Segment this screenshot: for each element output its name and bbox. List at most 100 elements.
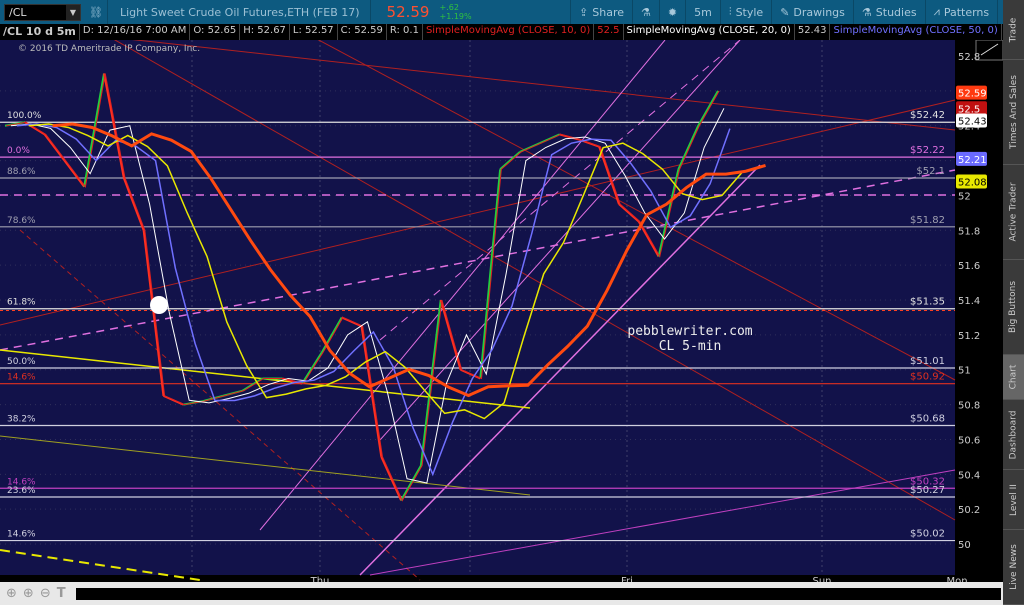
fib-price-label: $50.27	[910, 485, 945, 496]
fib-pct-label: 38.2%	[7, 415, 36, 425]
toolbar-label: Share	[592, 5, 624, 19]
flask-icon: ⚗	[861, 5, 872, 19]
sidebar-tab-live-news[interactable]: Live News	[1003, 530, 1024, 605]
info-symbol: /CL 10 d 5m	[0, 24, 80, 40]
y-tick-label: 50.4	[958, 470, 980, 481]
info-close: C: 52.59	[338, 24, 387, 40]
toolbar-button-5m[interactable]: 5m	[685, 0, 720, 24]
fib-price-label: $50.02	[910, 529, 945, 540]
info-open: O: 52.65	[190, 24, 241, 40]
sidebar-tab-chart[interactable]: Chart	[1003, 355, 1024, 400]
price-badge-label: 52.21	[958, 155, 987, 166]
fib-pct-label: 61.8%	[7, 298, 36, 308]
toolbar-label: Patterns	[943, 5, 990, 19]
price-badge-label: 52.08	[958, 177, 987, 188]
sidebar-tab-label: Level II	[1008, 483, 1019, 516]
chart-area[interactable]: 100.0% $52.42 0.0% $52.22 88.6% $52.1 78.6% $51…	[0, 40, 1003, 582]
y-tick-label: 51.2	[958, 331, 980, 342]
right-sidebar: Trade Times And Sales Active Trader Big But…	[1003, 0, 1024, 605]
sidebar-tab-level-ii[interactable]: Level II	[1003, 470, 1024, 530]
fib-price-label: $52.1	[916, 166, 945, 177]
sidebar-tab-trade[interactable]: Trade	[1003, 0, 1024, 60]
share-icon: ⇪	[579, 5, 589, 19]
fib-price-label: $52.22	[910, 145, 945, 156]
study-label[interactable]: SimpleMovingAvg (CLOSE, 20, 0)	[624, 24, 795, 40]
toolbar-label: 5m	[694, 5, 712, 19]
toolbar-button-gear[interactable]: ✹	[658, 0, 685, 24]
symbol-selector[interactable]: /CL ▼	[4, 3, 81, 21]
study-label[interactable]: SimpleMovingAvg (CLOSE, 50, 0)	[830, 24, 1002, 40]
sidebar-tab-label: Times And Sales	[1008, 75, 1019, 149]
y-tick-label: 50.8	[958, 401, 980, 412]
sidebar-tab-label: Big Buttons	[1008, 280, 1019, 334]
y-tick-label: 50	[958, 540, 971, 551]
study-label[interactable]: SimpleMovingAvg (CLOSE, 10, 0)	[423, 24, 595, 40]
toolbar-button-drawings[interactable]: ✎ Drawings	[771, 0, 853, 24]
y-tick-label: 51	[958, 366, 971, 377]
info-low: L: 52.57	[290, 24, 338, 40]
y-tick-label: 50.2	[958, 505, 980, 516]
fib-price-label: $51.01	[910, 356, 945, 367]
study-value: 52.43	[795, 24, 831, 40]
toolbar-label: Style	[735, 5, 764, 19]
zoom-out-icon[interactable]: ⊖	[40, 586, 51, 601]
change-block: +.62 +1.19%	[439, 3, 471, 21]
fib-pct-label: 14.6%	[7, 373, 36, 383]
fib-pct-label: 88.6%	[7, 167, 36, 177]
toolbar-label: Studies	[875, 5, 917, 19]
toolbar-label: Drawings	[793, 5, 845, 19]
zoom-in-icon[interactable]: ⊕	[23, 586, 34, 601]
price-badge-label: 52.59	[958, 89, 987, 100]
pencil-icon: ✎	[780, 5, 790, 19]
sidebar-tab-label: Dashboard	[1008, 410, 1019, 459]
fib-price-label: $50.68	[910, 414, 945, 425]
sidebar-tab-label: Trade	[1008, 17, 1019, 42]
y-tick-label: 50.6	[958, 435, 980, 446]
toolbar-button-share[interactable]: ⇪ Share	[570, 0, 632, 24]
fib-price-label: $51.35	[910, 297, 945, 308]
sidebar-tab-big-buttons[interactable]: Big Buttons	[1003, 260, 1024, 355]
price-badge-label: 52.43	[958, 116, 987, 127]
fib-price-label: $50.92	[910, 372, 945, 383]
sidebar-tab-dashboard[interactable]: Dashboard	[1003, 400, 1024, 470]
instrument-title: Light Sweet Crude Oil Futures,ETH (FEB 1…	[119, 5, 360, 19]
sidebar-tab-label: Chart	[1008, 364, 1019, 390]
text-tool-icon[interactable]: T	[57, 586, 66, 601]
fib-pct-label: 50.0%	[7, 357, 36, 367]
time-scrollbar[interactable]	[75, 587, 1001, 600]
symbol-value: /CL	[9, 5, 27, 19]
gear-icon: ✹	[667, 5, 678, 19]
y-tick-label: 51.4	[958, 296, 980, 307]
pct-change: +1.19%	[439, 12, 472, 21]
flask-icon: ⚗	[641, 5, 651, 19]
fib-pct-label: 78.6%	[7, 216, 36, 226]
copyright: © 2016 TD Ameritrade IP Company, Inc.	[18, 44, 200, 54]
y-tick-label: 52.8	[958, 52, 980, 63]
fib-price-label: $51.82	[910, 215, 945, 226]
fib-pct-label: 14.6%	[7, 530, 36, 540]
sidebar-tab-times-and-sales[interactable]: Times And Sales	[1003, 60, 1024, 165]
link-icon[interactable]: ⛓	[89, 6, 103, 19]
bottom-toolbar: ⊕ ⊕ ⊖ T	[0, 582, 1003, 605]
plot-background	[0, 40, 955, 575]
fib-pct-label: 100.0%	[7, 111, 42, 121]
sidebar-tab-label: Live News	[1008, 544, 1019, 590]
toolbar-button-patterns[interactable]: ⩘ Patterns	[924, 0, 998, 24]
crosshair-icon[interactable]: ⊕	[6, 586, 17, 601]
y-tick-label: 51.6	[958, 261, 980, 272]
alert-marker[interactable]	[150, 296, 168, 314]
sidebar-tab-label: Active Trader	[1008, 182, 1019, 242]
watermark-line: pebblewriter.com	[627, 324, 752, 339]
toolbar-button-style[interactable]: ⫶ Style	[719, 0, 771, 24]
info-range: R: 0.1	[387, 24, 423, 40]
info-high: H: 52.67	[240, 24, 290, 40]
chart-info-bar: /CL 10 d 5m D: 12/16/16 7:00 AM O: 52.65…	[0, 24, 1003, 40]
toolbar-button-studies[interactable]: ⚗ Studies	[852, 0, 925, 24]
toolbar-button-flask[interactable]: ⚗	[632, 0, 659, 24]
chevron-down-icon[interactable]: ▼	[66, 4, 80, 20]
fib-pct-label: 0.0%	[7, 146, 30, 156]
candle-icon: ⫶	[728, 5, 732, 18]
info-date: D: 12/16/16 7:00 AM	[80, 24, 191, 40]
sidebar-tab-active-trader[interactable]: Active Trader	[1003, 165, 1024, 260]
fib-pct-label: 23.6%	[7, 486, 36, 496]
